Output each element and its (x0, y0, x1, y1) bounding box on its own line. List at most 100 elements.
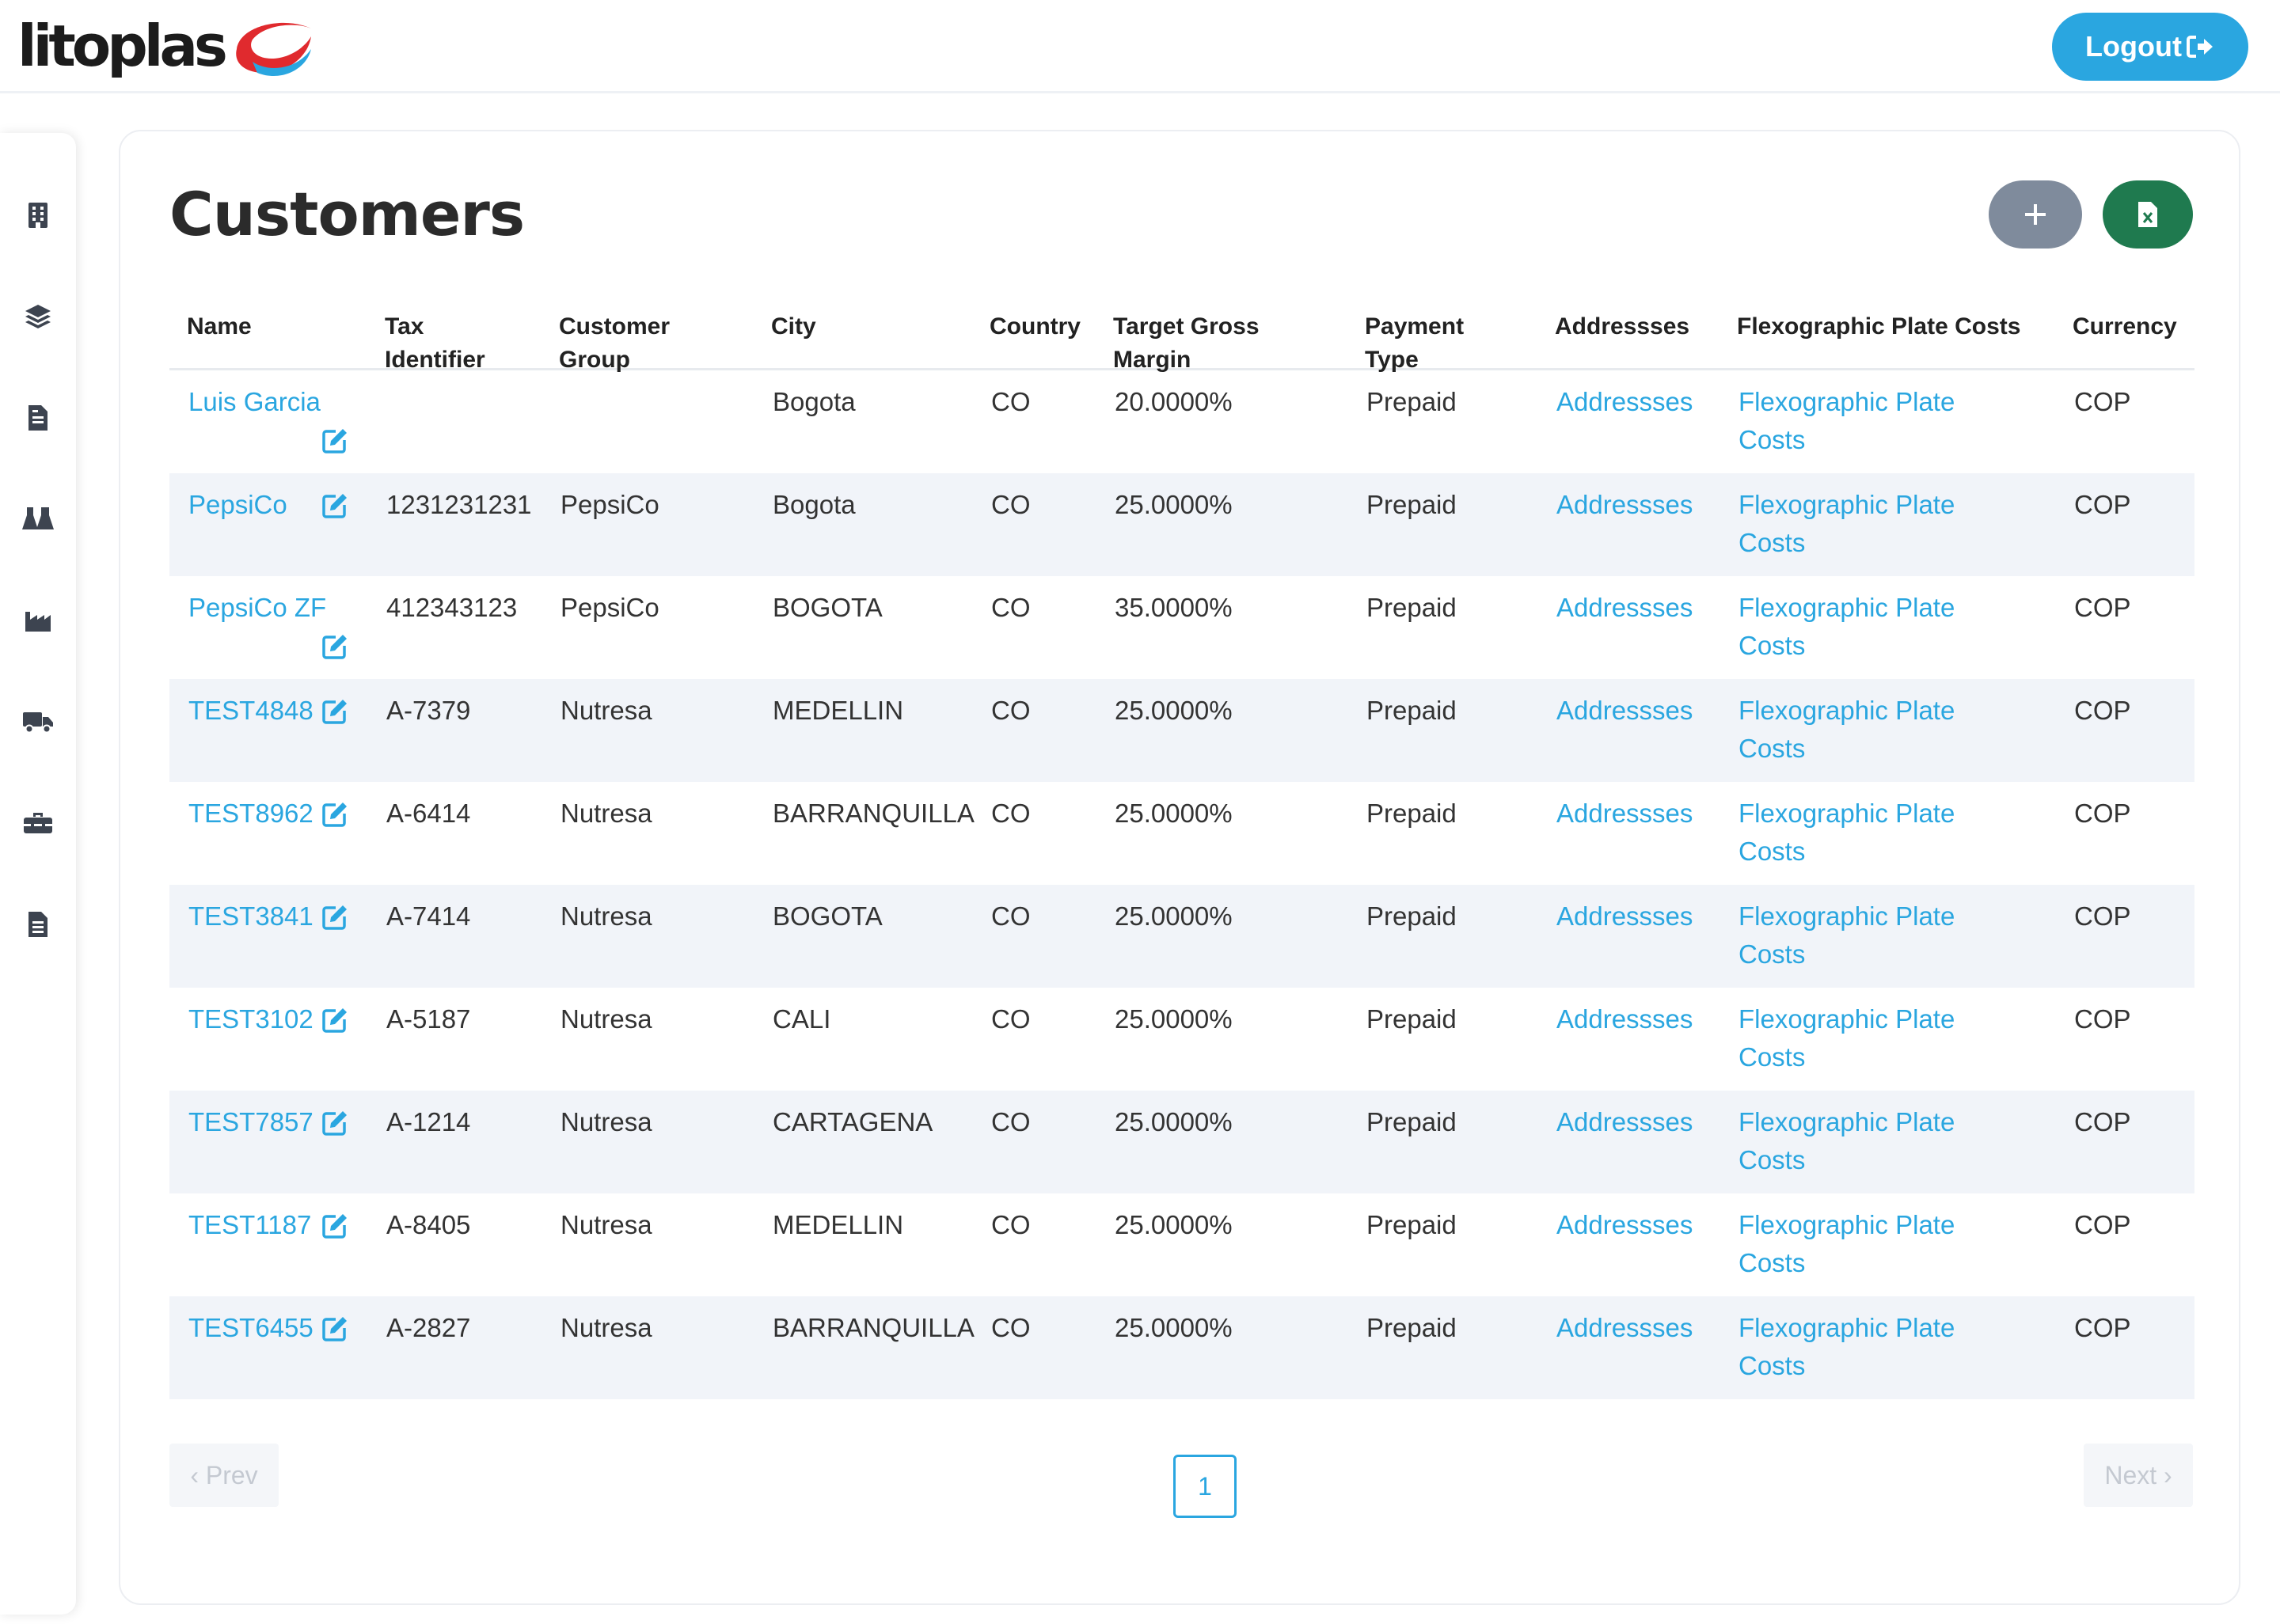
plate-costs-link[interactable]: Flexographic Plate Costs (1738, 589, 1955, 665)
city-cell: BOGOTA (773, 901, 883, 931)
customer-name-link[interactable]: PepsiCo (188, 486, 287, 524)
customer-group-cell: PepsiCo (560, 593, 659, 622)
addresses-link[interactable]: Addressses (1556, 1206, 1693, 1244)
tax-identifier-cell: A-7379 (386, 696, 471, 725)
table-row: TEST3841 A-7414 Nutresa BOGOTA CO 25.0000% Pre… (169, 885, 2194, 988)
currency-cell: COP (2074, 387, 2131, 416)
payment-type-cell: Prepaid (1366, 1210, 1457, 1239)
header-customer-group[interactable]: Customer Group (559, 310, 670, 377)
addresses-link[interactable]: Addressses (1556, 589, 1693, 627)
plate-costs-link[interactable]: Flexographic Plate Costs (1738, 692, 1955, 768)
addresses-link[interactable]: Addressses (1556, 692, 1693, 730)
addresses-link[interactable]: Addressses (1556, 1000, 1693, 1038)
header-currency[interactable]: Currency (2073, 310, 2177, 343)
payment-type-cell: Prepaid (1366, 490, 1457, 519)
building-icon (28, 203, 48, 228)
tax-identifier-cell: A-2827 (386, 1313, 471, 1342)
sidebar-item-production[interactable] (21, 603, 55, 638)
country-cell: CO (991, 387, 1031, 416)
addresses-link[interactable]: Addressses (1556, 795, 1693, 833)
edit-icon[interactable] (321, 801, 348, 828)
currency-cell: COP (2074, 901, 2131, 931)
header-payment-type[interactable]: Payment Type (1365, 310, 1464, 377)
sidebar-item-invoices[interactable] (21, 400, 55, 435)
plate-costs-link[interactable]: Flexographic Plate Costs (1738, 486, 1955, 562)
customer-name-link[interactable]: TEST8962 (188, 795, 314, 833)
plate-costs-link[interactable]: Flexographic Plate Costs (1738, 1309, 1955, 1385)
header-name[interactable]: Name (187, 310, 252, 343)
city-cell: CARTAGENA (773, 1107, 933, 1136)
page-number-1[interactable]: 1 (1173, 1455, 1237, 1518)
edit-icon[interactable] (321, 904, 348, 931)
city-cell: Bogota (773, 490, 856, 519)
customer-group-cell: Nutresa (560, 799, 652, 828)
next-page-button[interactable]: Next › (2084, 1444, 2193, 1507)
country-cell: CO (991, 490, 1031, 519)
tax-identifier-cell: A-7414 (386, 901, 471, 931)
plate-costs-link[interactable]: Flexographic Plate Costs (1738, 383, 1955, 459)
target-margin-cell: 25.0000% (1115, 1210, 1233, 1239)
sidebar-item-lab[interactable] (21, 502, 55, 537)
city-cell: MEDELLIN (773, 696, 904, 725)
tax-identifier-cell: 412343123 (386, 593, 518, 622)
table-row: TEST4848 A-7379 Nutresa MEDELLIN CO 25.0000% P… (169, 679, 2194, 782)
table-row: TEST8962 A-6414 Nutresa BARRANQUILLA CO 25.00… (169, 782, 2194, 885)
plate-costs-link[interactable]: Flexographic Plate Costs (1738, 1206, 1955, 1282)
target-margin-cell: 35.0000% (1115, 593, 1233, 622)
top-header: litoplas Logout (0, 0, 2280, 93)
customer-name-link[interactable]: TEST6455 (188, 1309, 314, 1347)
add-customer-button[interactable] (1989, 180, 2082, 249)
export-excel-button[interactable] (2103, 180, 2193, 249)
edit-icon[interactable] (321, 1007, 348, 1034)
customer-name-link[interactable]: Luis Garcia (188, 383, 321, 421)
sidebar-item-layers[interactable] (21, 299, 55, 334)
plate-costs-link[interactable]: Flexographic Plate Costs (1738, 1000, 1955, 1076)
plate-costs-link[interactable]: Flexographic Plate Costs (1738, 897, 1955, 973)
addresses-link[interactable]: Addressses (1556, 383, 1693, 421)
header-plate-costs[interactable]: Flexographic Plate Costs (1737, 310, 2020, 343)
edit-icon[interactable] (321, 1110, 348, 1136)
edit-icon[interactable] (321, 492, 348, 519)
country-cell: CO (991, 1004, 1031, 1034)
customer-name-link[interactable]: PepsiCo ZF (188, 589, 326, 627)
header-country[interactable]: Country (990, 310, 1081, 343)
litoplas-logo[interactable]: litoplas (17, 13, 317, 79)
payment-type-cell: Prepaid (1366, 1107, 1457, 1136)
edit-icon[interactable] (321, 633, 348, 660)
country-cell: CO (991, 1107, 1031, 1136)
addresses-link[interactable]: Addressses (1556, 1103, 1693, 1141)
customer-name-link[interactable]: TEST7857 (188, 1103, 314, 1141)
prev-page-button[interactable]: ‹ Prev (169, 1444, 279, 1507)
country-cell: CO (991, 1313, 1031, 1342)
plate-costs-link[interactable]: Flexographic Plate Costs (1738, 1103, 1955, 1179)
invoice-icon (28, 405, 48, 431)
customer-name-link[interactable]: TEST4848 (188, 692, 314, 730)
header-city[interactable]: City (771, 310, 816, 343)
addresses-link[interactable]: Addressses (1556, 897, 1693, 935)
logout-button[interactable]: Logout (2052, 13, 2248, 81)
customer-name-link[interactable]: TEST1187 (188, 1206, 311, 1244)
sidebar-item-shipping[interactable] (21, 704, 55, 739)
customer-name-link[interactable]: TEST3841 (188, 897, 314, 935)
city-cell: BARRANQUILLA (773, 1313, 975, 1342)
edit-icon[interactable] (321, 698, 348, 725)
sidebar-item-customers[interactable] (21, 198, 55, 233)
plate-costs-link[interactable]: Flexographic Plate Costs (1738, 795, 1955, 871)
header-target-gross-margin[interactable]: Target Gross Margin (1113, 310, 1260, 377)
target-margin-cell: 25.0000% (1115, 1313, 1233, 1342)
sidebar-item-tools[interactable] (21, 806, 55, 840)
edit-icon[interactable] (321, 1315, 348, 1342)
tax-identifier-cell: A-1214 (386, 1107, 471, 1136)
edit-icon[interactable] (321, 427, 348, 454)
currency-cell: COP (2074, 799, 2131, 828)
header-addresses[interactable]: Addressses (1555, 310, 1689, 343)
edit-icon[interactable] (321, 1212, 348, 1239)
sidebar-item-documents[interactable] (21, 907, 55, 942)
currency-cell: COP (2074, 1107, 2131, 1136)
customer-name-link[interactable]: TEST3102 (188, 1000, 314, 1038)
payment-type-cell: Prepaid (1366, 593, 1457, 622)
addresses-link[interactable]: Addressses (1556, 1309, 1693, 1347)
header-tax-identifier[interactable]: Tax Identifier (385, 310, 485, 377)
table-row: TEST6455 A-2827 Nutresa BARRANQUILLA CO 25.00… (169, 1296, 2194, 1399)
addresses-link[interactable]: Addressses (1556, 486, 1693, 524)
